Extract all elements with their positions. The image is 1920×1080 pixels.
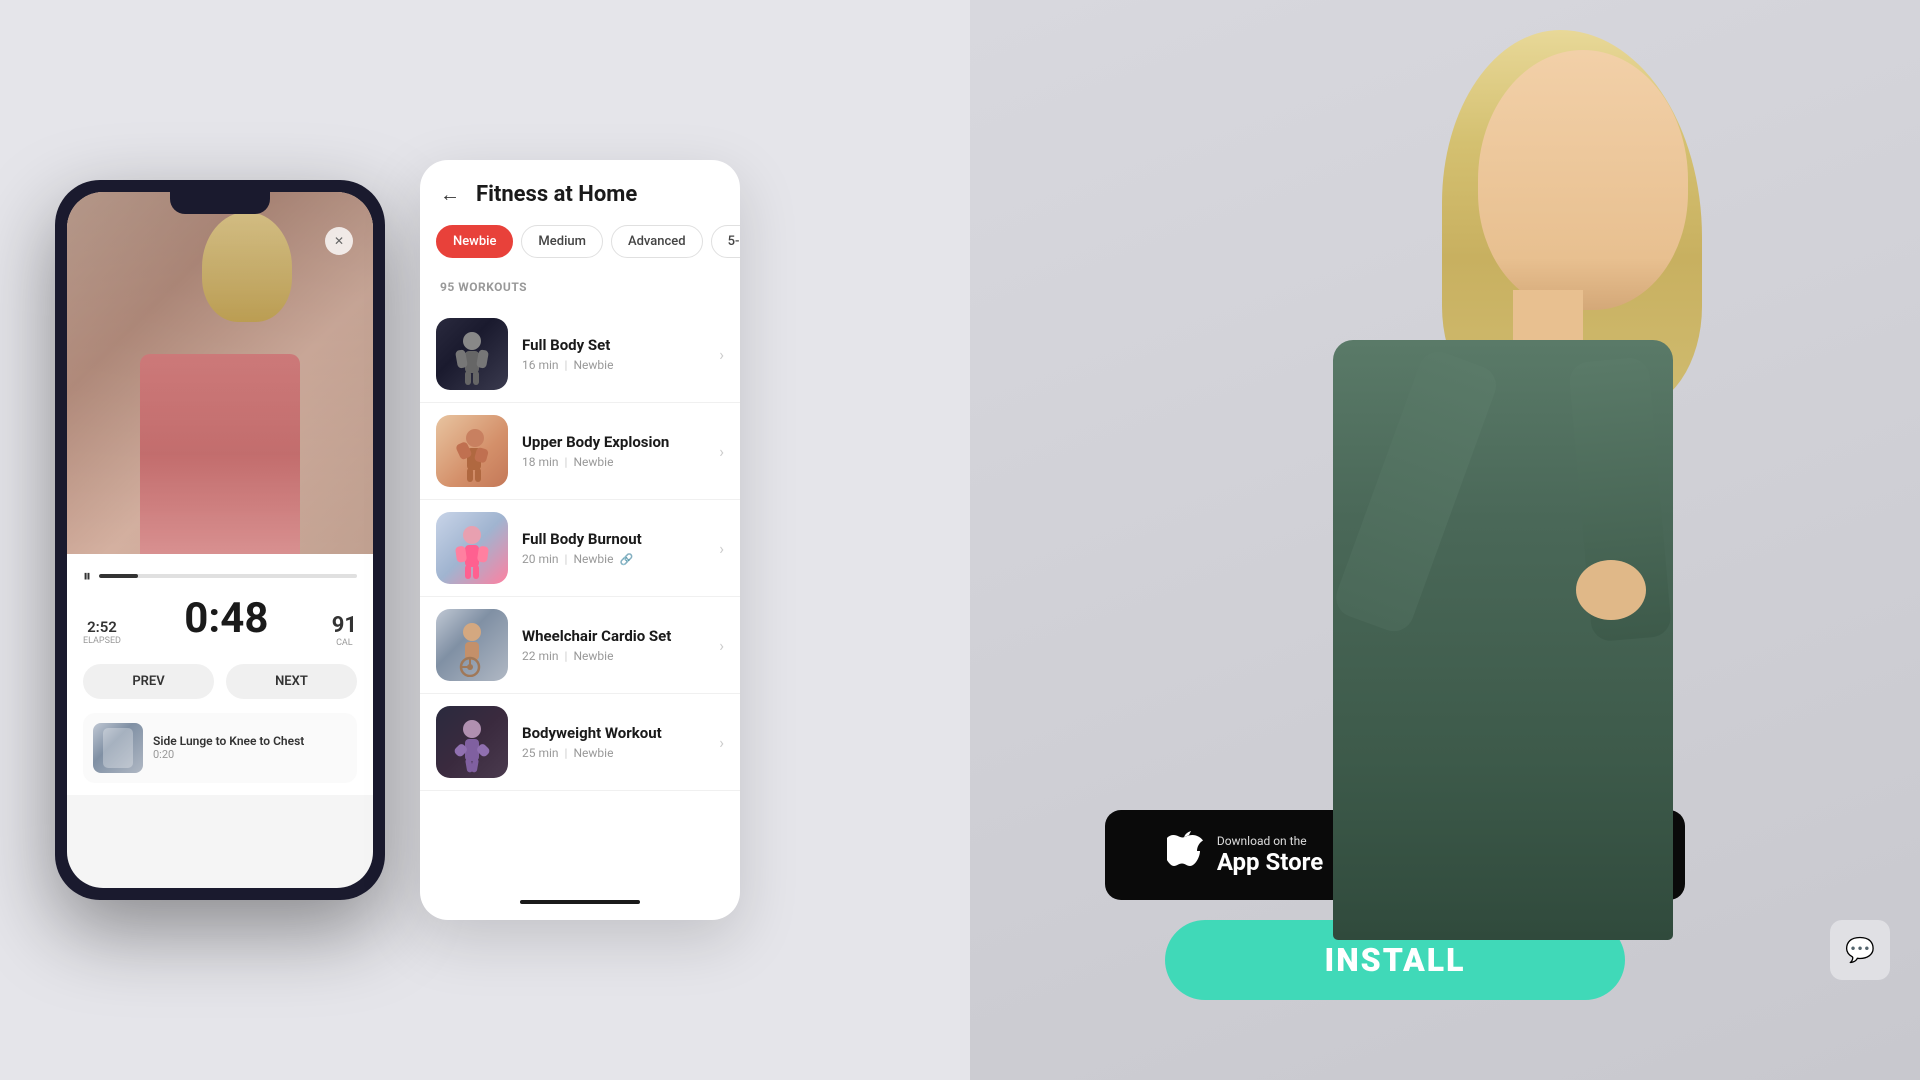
workout-thumb-4	[436, 609, 508, 681]
phone-next-exercise-duration: 0:20	[153, 748, 347, 761]
phone-main-timer: 0:48	[184, 594, 268, 643]
workout-item-bodyweight[interactable]: Bodyweight Workout 25 min | Newbie ›	[420, 694, 740, 791]
app-panel: ← Fitness at Home Newbie Medium Advanced…	[420, 160, 740, 920]
workout-duration-2: 18 min	[522, 455, 559, 469]
workout-item-wheelchair[interactable]: Wheelchair Cardio Set 22 min | Newbie ›	[420, 597, 740, 694]
workout-item-upper-body[interactable]: Upper Body Explosion 18 min | Newbie ›	[420, 403, 740, 500]
phone-progress-fill	[99, 574, 138, 578]
install-label: INSTALL	[1325, 941, 1466, 979]
workout-name-2: Upper Body Explosion	[522, 433, 711, 451]
sep-5: |	[565, 746, 568, 760]
filter-chip-advanced[interactable]: Advanced	[611, 225, 703, 258]
workout-meta-1: 16 min | Newbie	[522, 358, 711, 372]
phone-cal-number: 91	[332, 613, 357, 638]
phone-close-button[interactable]: ✕	[325, 227, 353, 255]
sep-3: |	[565, 552, 568, 566]
chevron-icon-5: ›	[719, 733, 724, 752]
workout-info-4: Wheelchair Cardio Set 22 min | Newbie	[522, 627, 711, 663]
filter-chip-medium[interactable]: Medium	[521, 225, 603, 258]
phone-elapsed-time: 2:52	[83, 618, 121, 636]
app-bottom-bar	[420, 892, 740, 920]
phone-progress-container: ⏸	[83, 566, 357, 586]
phone-frame: ✕ ⏸ 2:52 EL	[55, 180, 385, 900]
workout-duration-3: 20 min	[522, 552, 559, 566]
phone-prev-button[interactable]: PREV	[83, 664, 214, 699]
page-container: Download on the App Store	[0, 0, 1920, 1080]
workout-meta-2: 18 min | Newbie	[522, 455, 711, 469]
chevron-icon-3: ›	[719, 539, 724, 558]
sep-2: |	[565, 455, 568, 469]
phone-elapsed-label: ELAPSED	[83, 636, 121, 646]
phone-next-button[interactable]: NEXT	[226, 664, 357, 699]
workout-meta-5: 25 min | Newbie	[522, 746, 711, 760]
workout-level-5: Newbie	[573, 746, 613, 760]
apple-icon	[1167, 831, 1203, 880]
app-back-button[interactable]: ←	[440, 182, 460, 207]
phone-screen: ✕ ⏸ 2:52 EL	[67, 192, 373, 888]
app-filter-row: Newbie Medium Advanced 5-10 min 10-20 mi…	[420, 221, 740, 272]
chevron-icon-1: ›	[719, 345, 724, 364]
workout-thumb-5	[436, 706, 508, 778]
sep-1: |	[565, 358, 568, 372]
phone-workout-image: ✕	[67, 192, 373, 554]
filter-chip-5-10[interactable]: 5-10 min	[711, 225, 740, 258]
workout-name-1: Full Body Set	[522, 336, 711, 354]
workout-thumb-1	[436, 318, 508, 390]
phone-notch	[170, 192, 270, 214]
workout-duration-4: 22 min	[522, 649, 559, 663]
phone-cal-label: CAL	[332, 638, 357, 648]
app-store-text: Download on the App Store	[1217, 834, 1323, 876]
workout-info-3: Full Body Burnout 20 min | Newbie 🔗	[522, 530, 711, 566]
bottom-home-indicator	[520, 900, 640, 904]
phone-calories: 91 CAL	[332, 613, 357, 648]
workout-meta-4: 22 min | Newbie	[522, 649, 711, 663]
workout-level-1: Newbie	[573, 358, 613, 372]
workout-thumb-3	[436, 512, 508, 584]
phone-next-exercise-thumb	[93, 723, 143, 773]
phone-nav-buttons: PREV NEXT	[83, 664, 357, 699]
workout-name-5: Bodyweight Workout	[522, 724, 711, 742]
filter-chip-newbie[interactable]: Newbie	[436, 225, 513, 258]
app-title: Fitness at Home	[476, 182, 637, 207]
workout-item-full-body-set[interactable]: Full Body Set 16 min | Newbie ›	[420, 306, 740, 403]
app-header: ← Fitness at Home	[420, 160, 740, 221]
pause-icon[interactable]: ⏸	[83, 566, 91, 586]
right-section: Download on the App Store	[970, 0, 1920, 1080]
phone-next-exercise-info: Side Lunge to Knee to Chest 0:20	[153, 734, 347, 761]
phone-mockup: ✕ ⏸ 2:52 EL	[55, 180, 385, 900]
phone-timer-row: 2:52 ELAPSED 0:48 91 CAL	[83, 594, 357, 648]
workout-info-1: Full Body Set 16 min | Newbie	[522, 336, 711, 372]
workout-level-2: Newbie	[573, 455, 613, 469]
workout-info-5: Bodyweight Workout 25 min | Newbie	[522, 724, 711, 760]
workout-level-4: Newbie	[573, 649, 613, 663]
workout-duration-5: 25 min	[522, 746, 559, 760]
workout-level-3: Newbie	[573, 552, 613, 566]
app-store-subtitle: Download on the	[1217, 834, 1323, 848]
app-store-title: App Store	[1217, 848, 1323, 876]
phone-next-exercise: Side Lunge to Knee to Chest 0:20	[83, 713, 357, 783]
phone-next-exercise-name: Side Lunge to Knee to Chest	[153, 734, 347, 748]
phone-controls: ⏸ 2:52 ELAPSED 0:48 91	[67, 554, 373, 795]
sep-4: |	[565, 649, 568, 663]
phone-elapsed: 2:52 ELAPSED	[83, 618, 121, 646]
workout-list: Full Body Set 16 min | Newbie ›	[420, 306, 740, 892]
support-chat-button[interactable]: 💬	[1830, 920, 1890, 980]
workout-item-full-body-burnout[interactable]: Full Body Burnout 20 min | Newbie 🔗 ›	[420, 500, 740, 597]
phone-progress-bar	[99, 574, 357, 578]
chevron-icon-2: ›	[719, 442, 724, 461]
workout-thumb-2	[436, 415, 508, 487]
workout-duration-1: 16 min	[522, 358, 559, 372]
app-workout-count: 95 WORKOUTS	[420, 272, 740, 306]
workout-name-4: Wheelchair Cardio Set	[522, 627, 711, 645]
chevron-icon-4: ›	[719, 636, 724, 655]
close-icon: ✕	[334, 234, 344, 248]
workout-meta-3: 20 min | Newbie 🔗	[522, 552, 711, 566]
lock-icon-3: 🔗	[619, 553, 633, 566]
workout-info-2: Upper Body Explosion 18 min | Newbie	[522, 433, 711, 469]
workout-name-3: Full Body Burnout	[522, 530, 711, 548]
chat-icon: 💬	[1845, 936, 1875, 964]
